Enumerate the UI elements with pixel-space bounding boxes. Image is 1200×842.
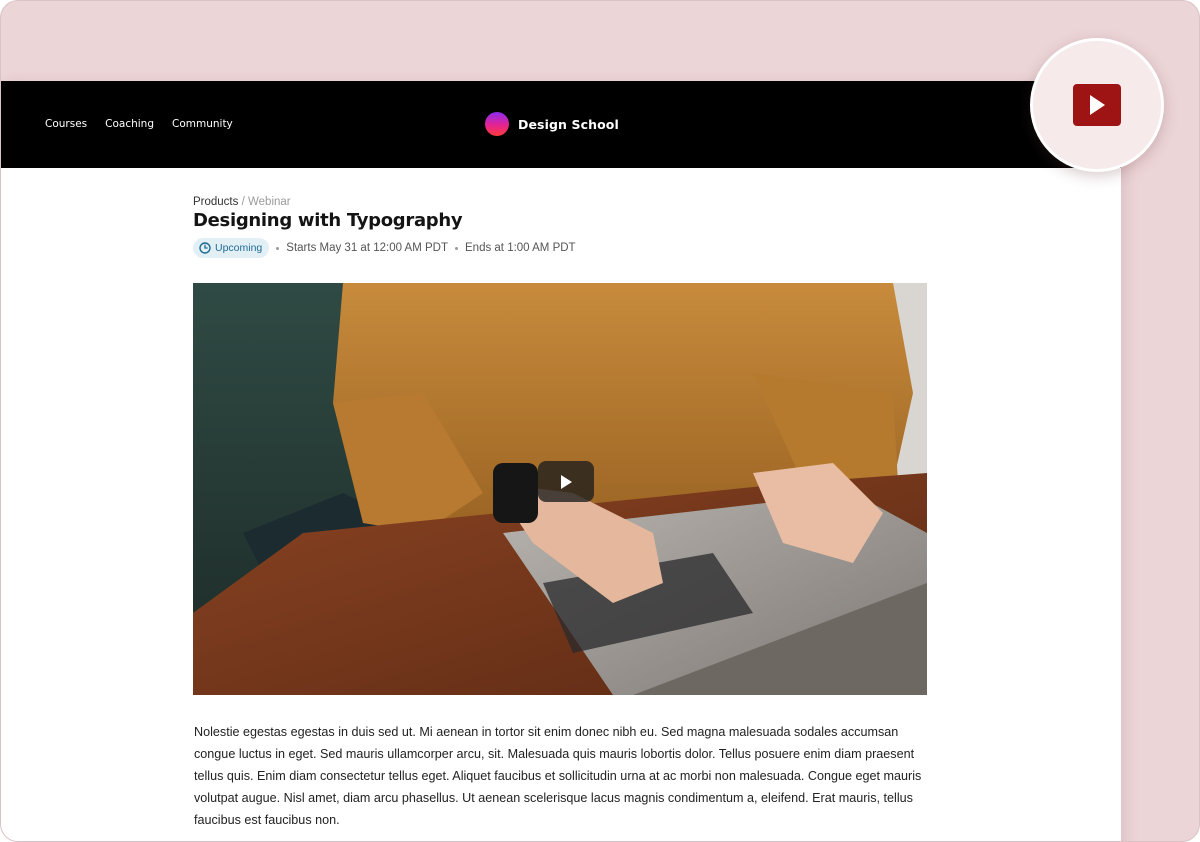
event-description: Nolestie egestas egestas in duis sed ut.… <box>194 725 922 827</box>
event-end: Ends at 1:00 AM PDT <box>465 242 576 254</box>
meta-dot <box>276 246 280 250</box>
app-frame: Courses Coaching Community Design School… <box>0 0 1200 842</box>
video-play-button[interactable] <box>538 461 594 502</box>
top-navbar: Courses Coaching Community Design School <box>1 81 1121 168</box>
brand-logo-icon <box>485 112 509 136</box>
webinar-page: Courses Coaching Community Design School… <box>1 81 1121 841</box>
brand[interactable]: Design School <box>485 112 619 136</box>
breadcrumb-current: Webinar <box>248 196 291 208</box>
breadcrumb-separator: / <box>241 196 245 208</box>
nav-link-community[interactable]: Community <box>172 118 233 130</box>
brand-name: Design School <box>518 116 619 132</box>
nav-link-courses[interactable]: Courses <box>45 118 87 130</box>
nav-links: Courses Coaching Community <box>45 118 233 130</box>
youtube-play-icon <box>1090 95 1105 115</box>
status-badge: Upcoming <box>193 238 270 258</box>
nav-link-coaching[interactable]: Coaching <box>105 118 154 130</box>
play-icon <box>561 474 572 489</box>
youtube-badge <box>1030 38 1164 172</box>
status-label: Upcoming <box>215 242 263 254</box>
page-title: Designing with Typography <box>193 210 463 231</box>
youtube-button[interactable] <box>1073 84 1121 126</box>
clock-icon <box>199 242 211 254</box>
breadcrumb: Products / Webinar <box>193 196 927 208</box>
event-meta: Upcoming Starts May 31 at 12:00 AM PDT E… <box>193 238 927 258</box>
breadcrumb-parent[interactable]: Products <box>193 196 238 208</box>
event-start: Starts May 31 at 12:00 AM PDT <box>286 242 448 254</box>
main-content: Products / Webinar Designing with Typogr… <box>193 196 927 827</box>
video-player[interactable] <box>193 283 927 695</box>
meta-dot <box>455 246 458 250</box>
